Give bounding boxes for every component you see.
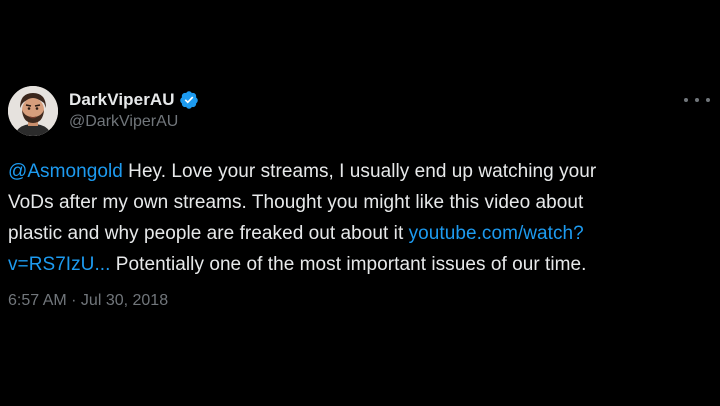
name-row: DarkViperAU (69, 88, 199, 112)
tweet-card[interactable]: DarkViperAU @DarkViperAU @Asmongold Hey.… (8, 84, 712, 324)
tweet-text-segment: Hey. Love your streams, I usually end up… (122, 161, 597, 182)
tweet-text-segment: VoDs after my own streams. Thought you m… (8, 192, 584, 213)
avatar-illustration (8, 86, 58, 136)
verified-badge-icon[interactable] (179, 90, 199, 110)
screen: DarkViperAU @DarkViperAU @Asmongold Hey.… (0, 0, 720, 406)
more-dot (695, 98, 699, 102)
more-options-icon[interactable] (684, 92, 710, 108)
tweet-text: @Asmongold Hey. Love your streams, I usu… (8, 156, 698, 280)
avatar[interactable] (8, 86, 58, 136)
tweet-text-segment: Potentially one of the most important is… (110, 254, 587, 275)
tweet-timestamp[interactable]: 6:57 AM · Jul 30, 2018 (8, 292, 168, 310)
more-dot (706, 98, 710, 102)
youtube-link[interactable]: youtube.com/watch? (409, 223, 584, 244)
user-handle[interactable]: @DarkViperAU (69, 113, 178, 131)
mention-link[interactable]: @Asmongold (8, 161, 123, 182)
display-name[interactable]: DarkViperAU (69, 90, 175, 110)
more-dot (684, 98, 688, 102)
youtube-link-continued[interactable]: v=RS7IzU... (8, 254, 110, 275)
tweet-text-segment: plastic and why people are freaked out a… (8, 223, 409, 244)
